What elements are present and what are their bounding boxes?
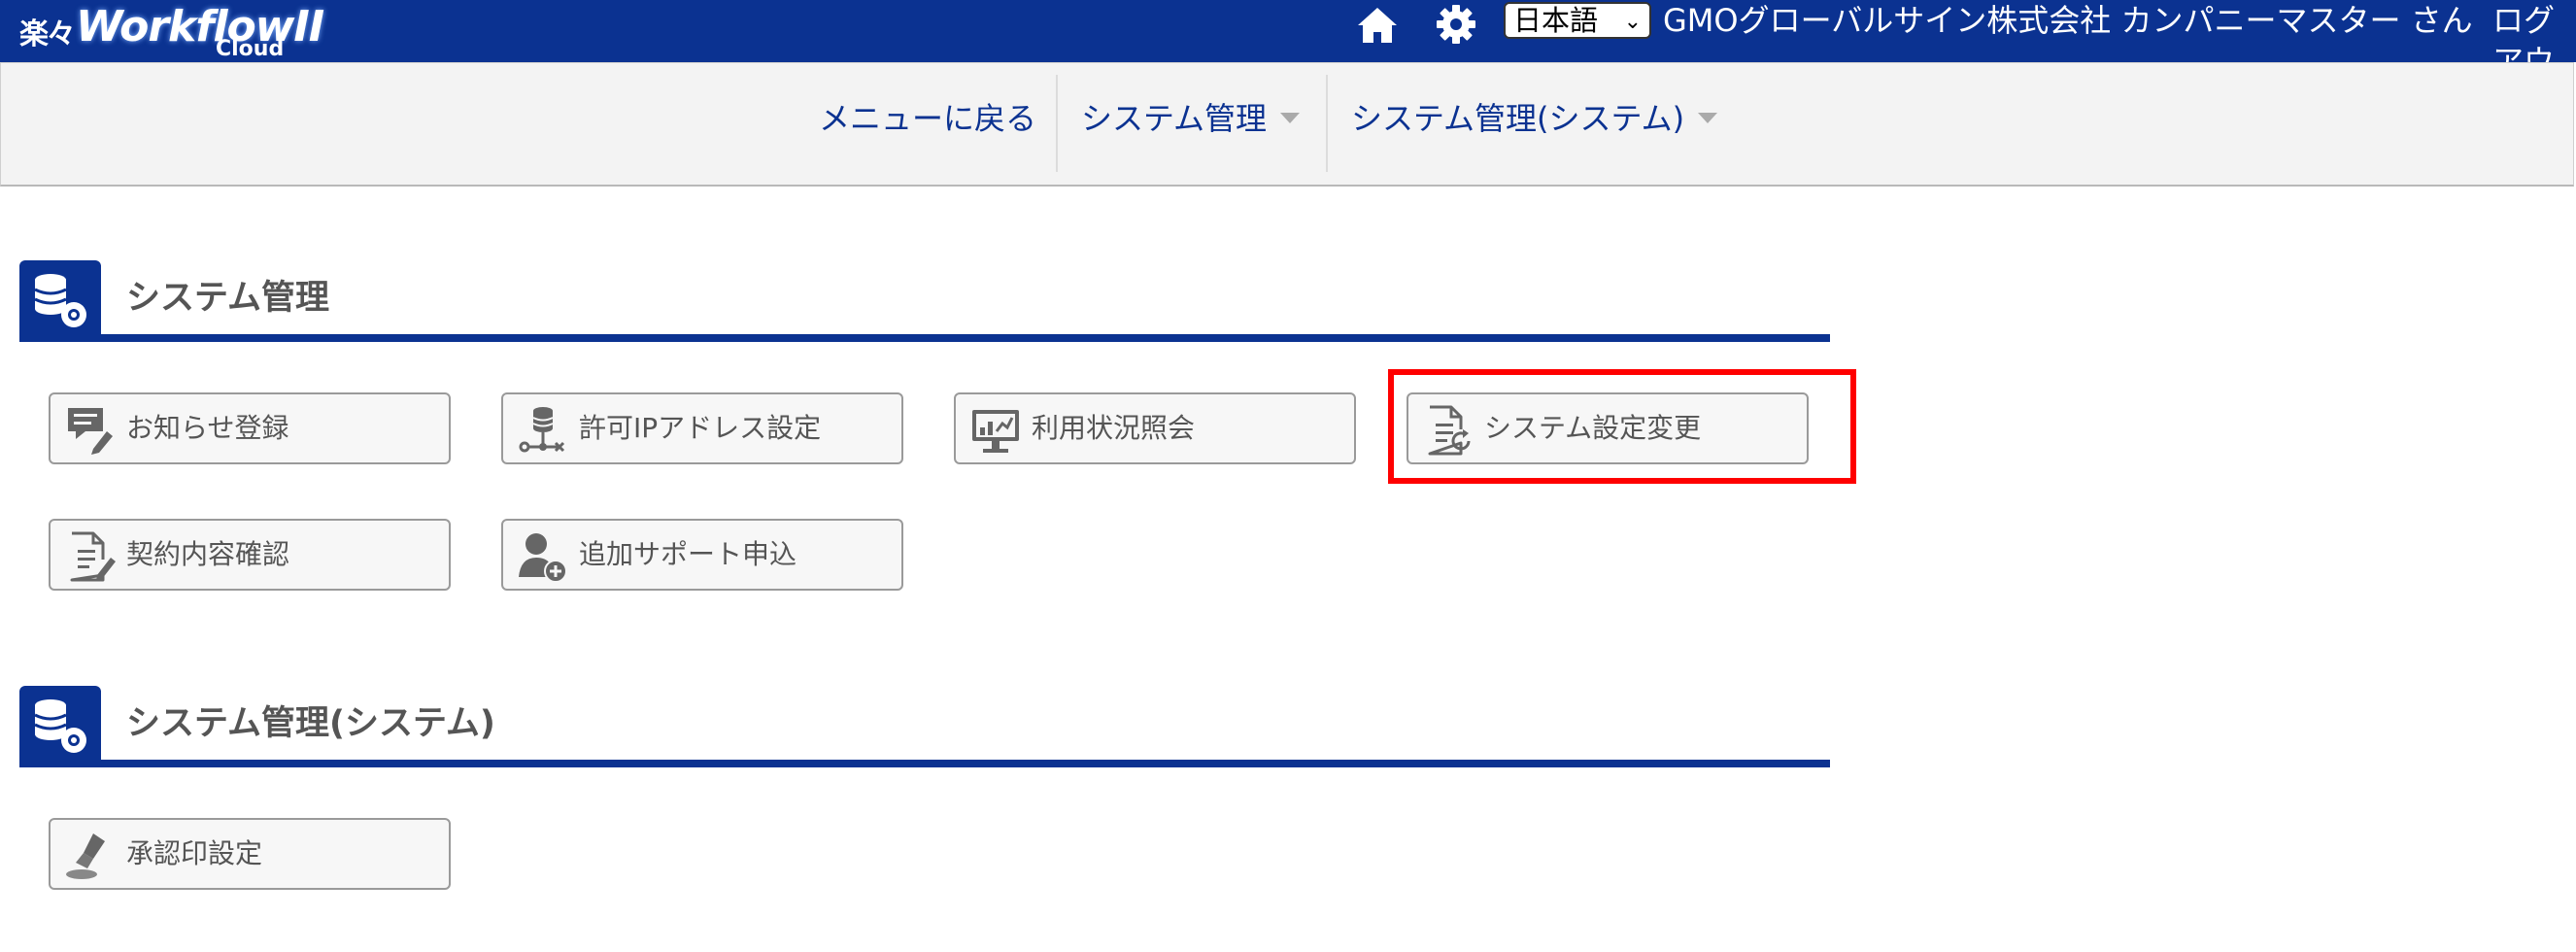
user-name: GMOグローバルサイン株式会社 カンパニーマスター さん — [1663, 2, 2473, 39]
gear-icon[interactable] — [1436, 4, 1476, 45]
section-title: システム管理 — [126, 279, 329, 318]
section-icon-box — [19, 260, 101, 342]
section-divider — [19, 334, 1830, 342]
logout-link[interactable]: ログアウト — [2492, 0, 2570, 62]
caret-down-icon — [1280, 112, 1301, 123]
tile-allowed-ip-settings[interactable]: 許可IPアドレス設定 — [501, 392, 903, 464]
section-header-system-admin: システム管理 — [19, 260, 1830, 342]
top-header: 楽々 WorkflowII Cloud 日本語 ⌄ GMOグローバルサイン株式会… — [0, 0, 2576, 62]
nav-system-admin-label: システム管理 — [1081, 100, 1268, 137]
tile-label: 許可IPアドレス設定 — [579, 412, 822, 444]
chevron-down-icon: ⌄ — [1623, 10, 1642, 34]
monitor-chart-icon — [972, 410, 1019, 453]
caret-down-icon — [1698, 112, 1718, 123]
database-gear-icon — [34, 274, 86, 327]
document-edit-icon — [70, 531, 116, 582]
nav-divider — [1056, 75, 1058, 172]
stamp-icon — [66, 833, 105, 879]
nav-system-admin[interactable]: システム管理 — [1081, 63, 1301, 182]
nav-system-admin-system[interactable]: システム管理(システム) — [1351, 63, 1718, 182]
tile-label: お知らせ登録 — [126, 412, 289, 444]
home-icon[interactable] — [1356, 6, 1399, 45]
highlight-box — [1388, 369, 1856, 484]
language-select-value: 日本語 — [1513, 4, 1599, 37]
logo-jp-text: 楽々 — [19, 17, 76, 51]
tile-label: 承認印設定 — [126, 837, 263, 869]
tile-approval-stamp-settings[interactable]: 承認印設定 — [49, 818, 451, 890]
logo-main-text: WorkflowII — [76, 2, 324, 51]
nav-back-to-menu[interactable]: メニューに戻る — [819, 63, 1036, 182]
tile-usage-inquiry[interactable]: 利用状況照会 — [954, 392, 1356, 464]
app-logo[interactable]: 楽々 WorkflowII Cloud — [16, 2, 324, 61]
nav-system-admin-system-label: システム管理(システム) — [1351, 100, 1685, 137]
tile-additional-support-application[interactable]: 追加サポート申込 — [501, 519, 903, 591]
database-gear-icon — [34, 699, 86, 753]
nav-divider — [1326, 75, 1328, 172]
user-add-icon — [519, 533, 567, 583]
section-title: システム管理(システム) — [126, 704, 495, 743]
tile-label: 利用状況照会 — [1032, 412, 1196, 444]
section-header-system-admin-system: システム管理(システム) — [19, 686, 1830, 767]
section-icon-box — [19, 686, 101, 767]
database-network-icon — [519, 407, 565, 453]
tile-contract-confirmation[interactable]: 契約内容確認 — [49, 519, 451, 591]
tile-announcement-registration[interactable]: お知らせ登録 — [49, 392, 451, 464]
tile-label: 契約内容確認 — [126, 538, 290, 570]
nav-back-label: メニューに戻る — [819, 100, 1037, 137]
logo-cloud-text: Cloud — [216, 37, 285, 61]
section-divider — [19, 760, 1830, 767]
language-select[interactable]: 日本語 ⌄ — [1504, 2, 1651, 39]
tile-label: 追加サポート申込 — [579, 538, 797, 570]
sub-navigation: メニューに戻る システム管理 システム管理(システム) — [0, 62, 2574, 187]
announcement-icon — [68, 408, 113, 455]
